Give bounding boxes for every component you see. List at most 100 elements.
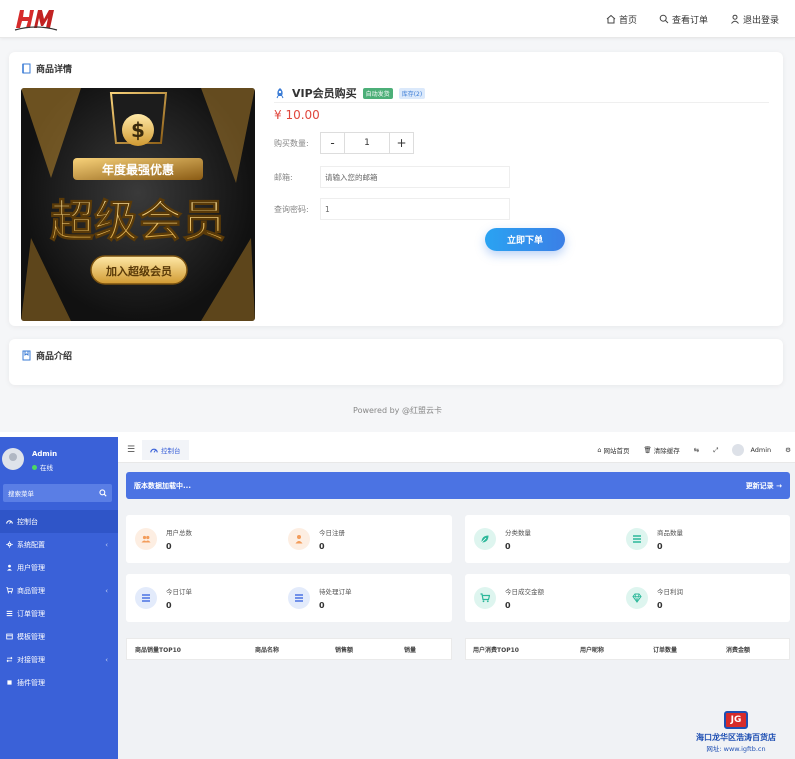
- user-menu-label: Admin: [750, 446, 772, 454]
- cart-icon: [480, 593, 490, 603]
- sidebar-item-5[interactable]: 模板管理: [0, 625, 118, 648]
- quantity-minus-button[interactable]: -: [321, 133, 344, 153]
- password-row: 查询密码: 1: [274, 198, 510, 220]
- site-home-button[interactable]: ⌂ 网站首页: [597, 445, 629, 455]
- product-detail-title-text: 商品详情: [36, 65, 73, 75]
- chevron-left-icon: ‹: [105, 586, 108, 595]
- chevron-left-icon: ‹: [105, 540, 108, 549]
- list-icon: [633, 535, 641, 543]
- sidebar-item-3[interactable]: 商品管理 ‹: [0, 579, 118, 602]
- sidebar-item-4[interactable]: 订单管理: [0, 602, 118, 625]
- stat-card: 商品数量 0: [626, 527, 683, 551]
- stat-value: 0: [505, 601, 511, 610]
- product-name: VIP会员购买: [292, 87, 357, 100]
- stat-label: 商品数量: [657, 529, 683, 537]
- sidebar-item-label: 对接管理: [17, 655, 45, 664]
- avatar: [732, 444, 745, 456]
- stat-card: 分类数量 0: [474, 527, 531, 551]
- nav-logout[interactable]: 退出登录: [730, 13, 779, 26]
- template-icon: [6, 633, 13, 640]
- stat-text: 用户总数 0: [166, 527, 192, 551]
- user-icon: [731, 14, 739, 24]
- version-loading-text: 版本数据加载中...: [134, 481, 191, 490]
- stat-card: 今日注册 0: [288, 527, 345, 551]
- product-intro-title: 商品介绍: [21, 349, 72, 362]
- user-menu[interactable]: Admin: [732, 444, 771, 456]
- store-page: 首页 查看订单 退出登录 商品详情 $ 年度最强优惠 超级会员 加入超级会员 V…: [0, 0, 795, 432]
- tab-dashboard[interactable]: 控制台: [142, 440, 189, 460]
- clear-cache-button[interactable]: 🗑 清除缓存: [644, 445, 680, 455]
- stat-card: 今日成交金额 0: [474, 586, 544, 610]
- list-icon: [295, 594, 303, 602]
- sidebar-item-label: 用户管理: [17, 563, 45, 572]
- home-icon: ⌂: [597, 446, 602, 454]
- stat-value: 0: [657, 601, 663, 610]
- sidebar-item-6[interactable]: 对接管理 ‹: [0, 648, 118, 671]
- stat-text: 今日成交金额 0: [505, 586, 544, 610]
- nav-home[interactable]: 首页: [606, 13, 637, 26]
- banner-top-text: 年度最强优惠: [102, 162, 174, 177]
- translate-button[interactable]: ⇆: [694, 446, 699, 454]
- stat-text: 今日注册 0: [319, 527, 345, 551]
- vip-banner-graphic: $ 年度最强优惠 超级会员 加入超级会员: [21, 88, 255, 321]
- stat-label: 待处理订单: [319, 588, 352, 596]
- table-header-cell: 商品名称: [255, 646, 280, 654]
- stat-icon-badge: [626, 587, 648, 609]
- stat-card: 用户总数 0: [135, 527, 192, 551]
- divider: [274, 102, 769, 103]
- buy-now-button[interactable]: 立即下单: [485, 228, 565, 251]
- stat-value: 0: [166, 601, 172, 610]
- stat-icon-badge: [474, 528, 496, 550]
- online-status-text: 在线: [40, 464, 53, 472]
- quantity-plus-button[interactable]: +: [390, 133, 413, 153]
- stat-card: 今日利润 0: [626, 586, 683, 610]
- menu-toggle-icon[interactable]: ☰: [127, 445, 135, 455]
- gear-icon: ⚙: [785, 446, 791, 454]
- watermark: JG 海口龙华区浩涛百货店 网址: www.igftb.cn: [686, 711, 786, 753]
- password-field[interactable]: 1: [320, 198, 510, 220]
- table-header-cell: 消费金额: [726, 646, 751, 654]
- stat-label: 用户总数: [166, 529, 192, 537]
- email-field[interactable]: 请输入您的邮箱: [320, 166, 510, 188]
- table-header-cell: 用户消费TOP10: [473, 646, 519, 654]
- stat-icon-badge: [626, 528, 648, 550]
- home-icon: [606, 14, 616, 24]
- top-products-table-header: 商品销量TOP10 商品名称 销售额 销量: [126, 638, 452, 660]
- chevron-left-icon: ‹: [105, 655, 108, 664]
- stat-text: 分类数量 0: [505, 527, 531, 551]
- online-dot-icon: [32, 464, 37, 470]
- menu-search-input[interactable]: 搜索菜单: [3, 484, 112, 502]
- topbar-actions: ⌂ 网站首页 🗑 清除缓存 ⇆ ⤢ Admin ⚙: [597, 437, 791, 463]
- stat-text: 今日利润 0: [657, 586, 683, 610]
- sidebar-item-label: 系统配置: [17, 540, 45, 549]
- sidebar-item-0[interactable]: 控制台: [0, 510, 118, 533]
- changelog-link[interactable]: 更新记录 →: [746, 481, 782, 491]
- stat-label: 今日订单: [166, 588, 192, 596]
- stat-card: 今日订单 0: [135, 586, 192, 610]
- search-icon[interactable]: [99, 489, 107, 497]
- quantity-stepper[interactable]: - 1 +: [320, 132, 414, 154]
- top-users-table-header: 用户消费TOP10 用户昵称 订单数量 消费金额: [465, 638, 790, 660]
- sidebar-item-1[interactable]: 系统配置 ‹: [0, 533, 118, 556]
- stat-label: 分类数量: [505, 529, 531, 537]
- product-intro-title-text: 商品介绍: [36, 352, 73, 362]
- puzzle-icon: [7, 680, 12, 685]
- table-header-cell: 商品销量TOP10: [135, 646, 181, 654]
- store-navbar: 首页 查看订单 退出登录: [0, 0, 795, 38]
- site-logo[interactable]: [14, 6, 58, 32]
- dashboard-icon: [6, 520, 13, 524]
- version-banner: 版本数据加载中... 更新记录 →: [126, 472, 790, 499]
- nav-orders[interactable]: 查看订单: [659, 13, 708, 26]
- sidebar-item-label: 订单管理: [17, 609, 45, 618]
- table-header-cell: 销售额: [335, 646, 354, 654]
- settings-button[interactable]: ⚙: [785, 446, 791, 454]
- sidebar-item-7[interactable]: 插件管理: [0, 671, 118, 694]
- quantity-row: 购买数量: - 1 +: [274, 132, 414, 154]
- sidebar-item-2[interactable]: 用户管理: [0, 556, 118, 579]
- stat-label: 今日注册: [319, 529, 345, 537]
- translate-icon: ⇆: [693, 446, 700, 454]
- fullscreen-button[interactable]: ⤢: [713, 446, 718, 455]
- quantity-input[interactable]: 1: [344, 133, 390, 153]
- avatar[interactable]: [2, 448, 24, 470]
- stat-icon-badge: [474, 587, 496, 609]
